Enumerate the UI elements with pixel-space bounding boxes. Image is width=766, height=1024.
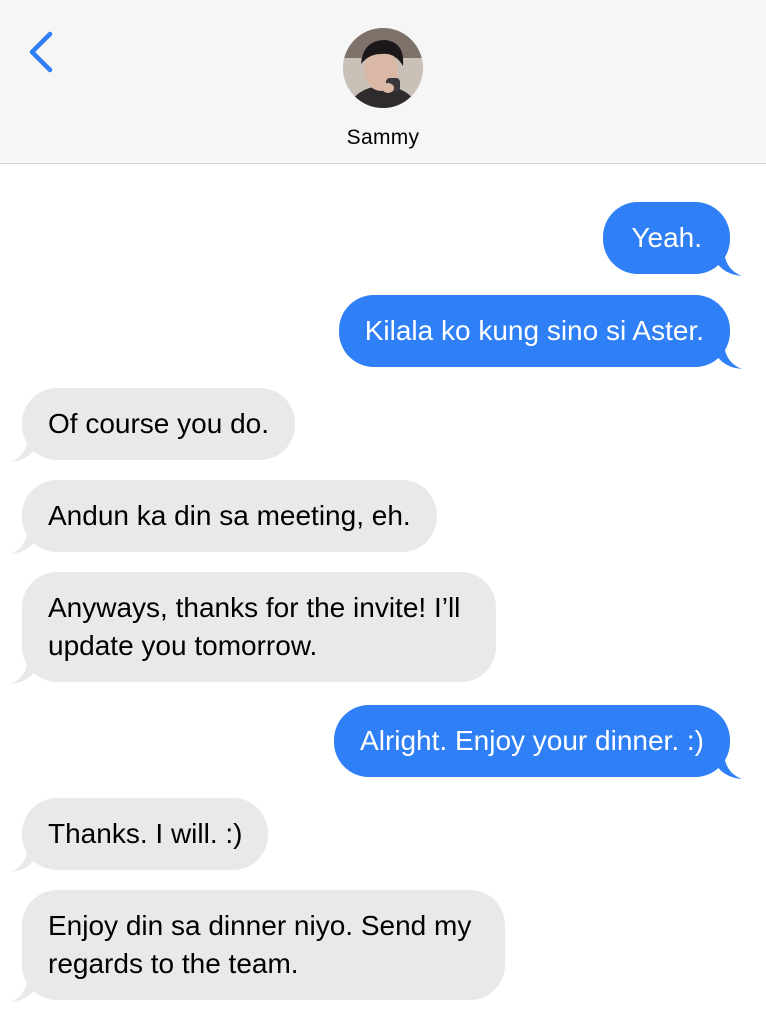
- message-thread: Yeah. Kilala ko kung sino si Aster. Of c…: [0, 164, 766, 1024]
- message-text-line: regards to the team.: [48, 948, 299, 979]
- received-message[interactable]: Anyways, thanks for the invite! I’ll upd…: [10, 572, 497, 684]
- message-text-line: Anyways, thanks for the invite! I’ll: [48, 592, 461, 623]
- sent-message[interactable]: Yeah.: [603, 202, 742, 276]
- sent-message[interactable]: Kilala ko kung sino si Aster.: [338, 295, 742, 369]
- message-bubble[interactable]: Yeah.: [603, 202, 730, 274]
- back-button[interactable]: [20, 28, 64, 76]
- message-text: Thanks. I will. :): [48, 818, 243, 849]
- message-text: Of course you do.: [48, 408, 270, 439]
- sent-message[interactable]: Alright. Enjoy your dinner. :): [334, 705, 742, 779]
- received-message[interactable]: Of course you do.: [10, 388, 296, 462]
- message-bubble[interactable]: Enjoy din sa dinner niyo. Send my regard…: [22, 890, 506, 1000]
- avatar[interactable]: [343, 28, 423, 108]
- message-bubble[interactable]: Alright. Enjoy your dinner. :): [334, 705, 730, 777]
- message-text-line: update you tomorrow.: [48, 630, 318, 661]
- message-bubble[interactable]: Thanks. I will. :): [22, 798, 269, 870]
- received-message[interactable]: Enjoy din sa dinner niyo. Send my regard…: [10, 890, 506, 1002]
- message-bubble[interactable]: Of course you do.: [22, 388, 296, 460]
- received-message[interactable]: Thanks. I will. :): [10, 798, 269, 872]
- message-text: Kilala ko kung sino si Aster.: [364, 315, 704, 346]
- message-bubble[interactable]: Andun ka din sa meeting, eh.: [22, 480, 437, 552]
- message-text: Yeah.: [631, 222, 702, 253]
- message-text-line: Enjoy din sa dinner niyo. Send my: [48, 910, 472, 941]
- conversation-header: Sammy: [0, 0, 766, 164]
- message-bubble[interactable]: Kilala ko kung sino si Aster.: [338, 295, 730, 367]
- received-message[interactable]: Andun ka din sa meeting, eh.: [10, 480, 437, 554]
- message-text: Alright. Enjoy your dinner. :): [360, 725, 704, 756]
- message-bubble[interactable]: Anyways, thanks for the invite! I’ll upd…: [22, 572, 497, 682]
- message-text: Andun ka din sa meeting, eh.: [48, 500, 411, 531]
- contact-name[interactable]: Sammy: [0, 126, 766, 150]
- chevron-left-icon: [29, 31, 53, 73]
